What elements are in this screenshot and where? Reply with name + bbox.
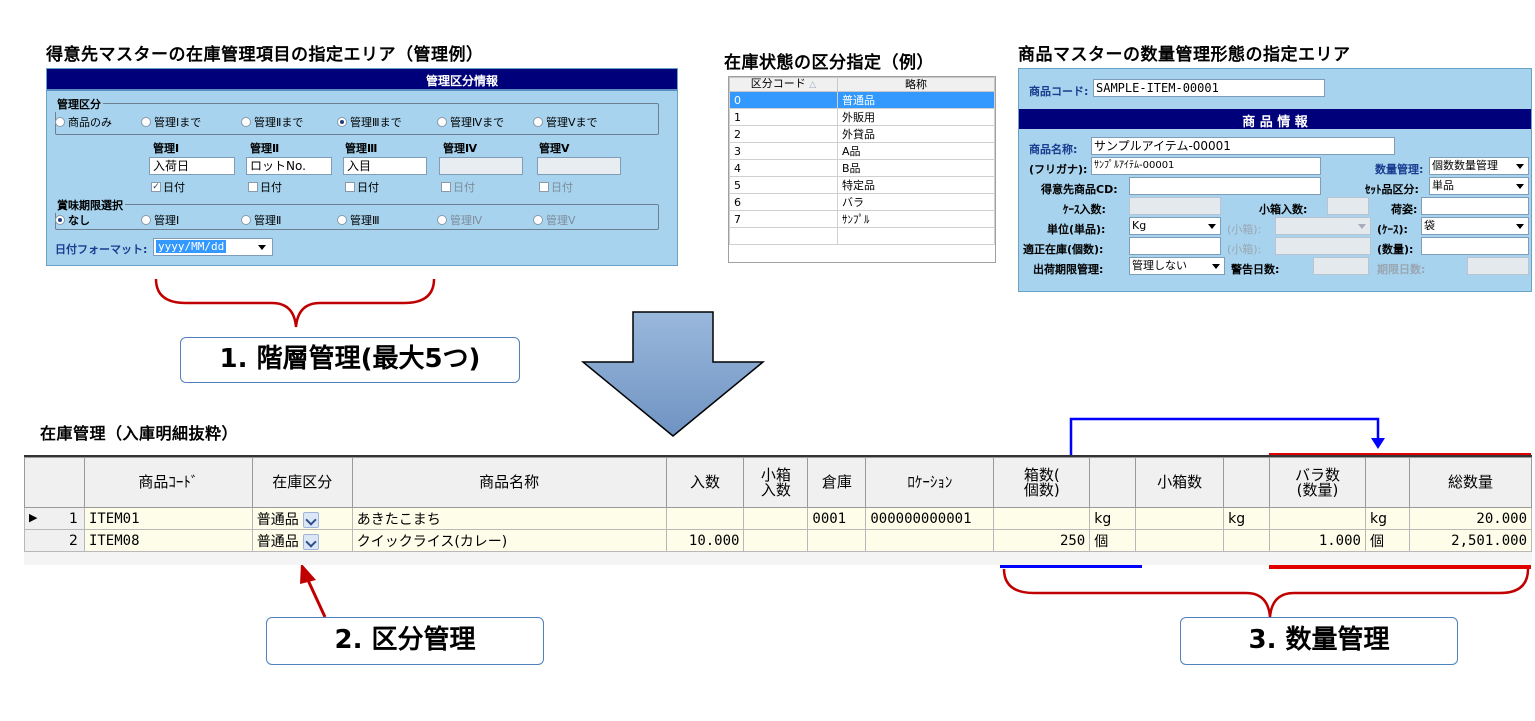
cell-soko[interactable] <box>807 529 867 552</box>
grid-header-rownum <box>24 457 85 508</box>
inventory-grid: 商品ｺｰﾄﾞ 在庫区分 商品名称 入数 小箱 入数 倉庫 ﾛｹｰｼｮﾝ 箱数( … <box>24 455 1533 565</box>
cell-bara[interactable]: 1.000 <box>1269 529 1366 552</box>
grid-header-kobako[interactable]: 小箱数 <box>1135 457 1225 508</box>
cell-name[interactable]: クイックライス(カレー) <box>351 529 667 552</box>
cell-kobako-irisu[interactable] <box>743 529 809 552</box>
red-brace-icon <box>154 278 436 328</box>
chevron-down-icon[interactable] <box>302 533 319 550</box>
cell-bara-unit: kg <box>1364 507 1410 530</box>
cell-irisu[interactable] <box>665 507 745 530</box>
red-arrow-head-icon <box>300 563 316 584</box>
blue-connector-line <box>1069 417 1380 455</box>
cell-bara-unit: 個 <box>1364 529 1410 552</box>
grid-header-hako[interactable]: 箱数( 個数) <box>993 457 1091 508</box>
cell-location[interactable]: 000000000001 <box>865 507 995 530</box>
grid-header-name[interactable]: 商品名称 <box>351 457 667 508</box>
cell-irisu[interactable]: 10.000 <box>665 529 745 552</box>
grid-header-kbn[interactable]: 在庫区分 <box>251 457 353 508</box>
grid-header-irisu[interactable]: 入数 <box>665 457 745 508</box>
cell-bara[interactable] <box>1269 507 1366 530</box>
cell-kobako-unit <box>1223 529 1271 552</box>
grid-row[interactable]: 2 ITEM08 普通品 クイックライス(カレー) 10.000 250 個 1… <box>24 529 1533 552</box>
cell-total[interactable]: 20.000 <box>1408 507 1533 530</box>
cell-code[interactable]: ITEM08 <box>83 529 253 552</box>
cell-kbn[interactable]: 普通品 <box>251 507 353 530</box>
current-row-icon: ▶ <box>29 510 38 524</box>
row-header[interactable]: 2 <box>24 529 85 552</box>
cell-hako[interactable]: 250 <box>993 529 1091 552</box>
grid-header-kobako-unit[interactable] <box>1223 457 1271 508</box>
grid-header-hako-unit[interactable] <box>1089 457 1137 508</box>
grid-header-soko[interactable]: 倉庫 <box>807 457 867 508</box>
chevron-down-icon[interactable] <box>302 511 319 528</box>
grid-row[interactable]: ▶ 1 ITEM01 普通品 あきたこまち 0001 000000000001 k… <box>24 507 1533 530</box>
grid-header-row: 商品ｺｰﾄﾞ 在庫区分 商品名称 入数 小箱 入数 倉庫 ﾛｹｰｼｮﾝ 箱数( … <box>24 457 1533 508</box>
grid-header-location[interactable]: ﾛｹｰｼｮﾝ <box>865 457 995 508</box>
down-arrow-icon <box>580 311 766 437</box>
cell-kbn[interactable]: 普通品 <box>251 529 353 552</box>
cell-kobako-irisu[interactable] <box>743 507 809 530</box>
grid-header-bara[interactable]: バラ数 (数量) <box>1269 457 1366 508</box>
red-brace-qty-icon <box>1002 568 1530 618</box>
row-header[interactable]: ▶ 1 <box>24 507 85 530</box>
cell-soko[interactable]: 0001 <box>807 507 867 530</box>
cell-name[interactable]: あきたこまち <box>351 507 667 530</box>
cell-total[interactable]: 2,501.000 <box>1408 529 1533 552</box>
callout-quantity: 3. 数量管理 <box>1180 617 1458 665</box>
cell-kobako[interactable] <box>1135 507 1225 530</box>
red-arrow-line <box>305 577 327 618</box>
cell-hako-unit: kg <box>1089 507 1137 530</box>
cell-hako[interactable] <box>993 507 1091 530</box>
cell-kobako-unit: kg <box>1223 507 1271 530</box>
grid-header-bara-unit[interactable] <box>1364 457 1410 508</box>
cell-location[interactable] <box>865 529 995 552</box>
cell-hako-unit: 個 <box>1089 529 1137 552</box>
grid-header-kobako-irisu[interactable]: 小箱 入数 <box>743 457 809 508</box>
grid-header-total[interactable]: 総数量 <box>1408 457 1533 508</box>
callout-hierarchy: 1. 階層管理(最大5つ) <box>180 337 520 383</box>
cell-code[interactable]: ITEM01 <box>83 507 253 530</box>
callout-category: 2. 区分管理 <box>266 617 544 665</box>
blue-arrow-head-icon <box>1371 438 1385 449</box>
cell-kobako[interactable] <box>1135 529 1225 552</box>
grid-header-code[interactable]: 商品ｺｰﾄﾞ <box>83 457 253 508</box>
